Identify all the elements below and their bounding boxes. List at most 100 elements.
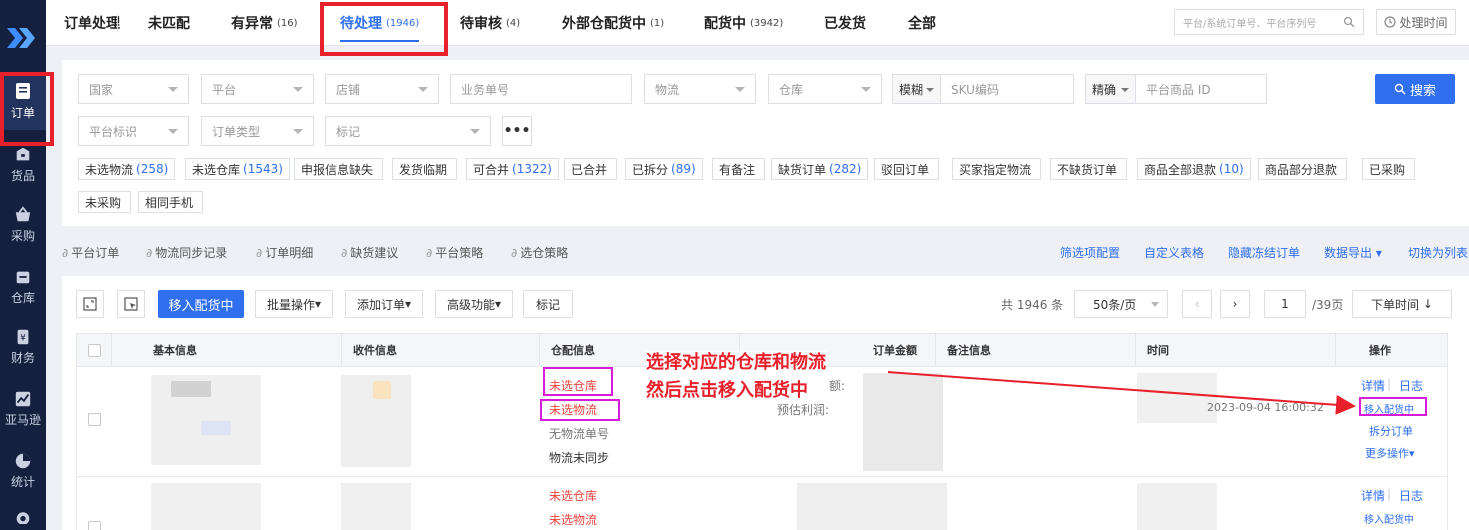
select-all-checkbox[interactable] xyxy=(88,344,101,357)
link-hide-frozen[interactable]: 隐藏冻结订单 xyxy=(1228,244,1300,261)
link-filter-config[interactable]: 筛选项配置 xyxy=(1060,244,1120,261)
move-to-picking-link[interactable]: 移入配货中 xyxy=(1364,401,1414,416)
exact-match-select[interactable]: 精确 xyxy=(1085,74,1135,104)
advanced-button[interactable]: 高级功能 ▾ xyxy=(435,290,513,318)
fuzzy-match-select[interactable]: 模糊 xyxy=(892,74,940,104)
app-logo-icon[interactable] xyxy=(3,18,43,58)
log-link[interactable]: 日志 xyxy=(1399,487,1423,504)
divider xyxy=(935,334,936,366)
order-type-select[interactable]: 订单类型 xyxy=(201,116,314,146)
move-to-picking-button[interactable]: 移入配货中 xyxy=(158,290,244,318)
split-order-link[interactable]: 拆分订单 xyxy=(1369,423,1413,439)
quick-tag[interactable]: 已采购 xyxy=(1362,158,1416,180)
quick-tag[interactable]: 商品部分退款 xyxy=(1258,158,1348,180)
tab-label: 已发货 xyxy=(824,16,866,32)
sidebar-item-goods[interactable]: 货品 xyxy=(0,136,46,194)
quick-tag[interactable]: 商品全部退款 (10) xyxy=(1137,158,1251,180)
link-stockout-advice[interactable]: ∂ 缺货建议 xyxy=(341,244,398,261)
tab-review[interactable]: 待审核 (4) xyxy=(460,0,520,46)
detail-link[interactable]: 详情 xyxy=(1361,377,1385,394)
link-platform-strategy[interactable]: ∂ 平台策略 xyxy=(426,244,483,261)
tab-pending[interactable]: 待处理 (1946) xyxy=(340,0,420,46)
mark-select[interactable]: 标记 xyxy=(325,116,491,146)
country-select[interactable]: 国家 xyxy=(78,74,189,104)
link-custom-table[interactable]: 自定义表格 xyxy=(1144,244,1204,261)
more-filters-button[interactable]: ••• xyxy=(502,116,532,146)
search-placeholder: 平台/系统订单号、平台序列号 xyxy=(1183,18,1317,30)
platform-product-id-input[interactable]: 平台商品 ID xyxy=(1135,74,1267,104)
sidebar-item-purchase[interactable]: 采购 xyxy=(0,196,46,254)
warehouse-select[interactable]: 仓库 xyxy=(768,74,882,104)
link-warehouse-strategy[interactable]: ∂ 选仓策略 xyxy=(511,244,568,261)
prev-page-button[interactable]: ‹ xyxy=(1182,290,1212,318)
logistics-select[interactable]: 物流 xyxy=(644,74,756,104)
more-actions-link[interactable]: 更多操作▾ xyxy=(1365,445,1415,461)
gear-icon xyxy=(16,512,30,524)
platform-tag-select[interactable]: 平台标识 xyxy=(78,116,189,146)
quick-tag[interactable]: 未采购 xyxy=(78,191,132,213)
move-to-picking-link[interactable]: 移入配货中 xyxy=(1364,511,1414,526)
quick-tag[interactable]: 买家指定物流 xyxy=(952,158,1042,180)
quick-tag[interactable]: 未选物流 (258) xyxy=(78,158,176,180)
quick-tag[interactable]: 可合并 (1322) xyxy=(466,158,559,180)
logistics-status[interactable]: 未选物流 xyxy=(549,511,597,528)
mark-button[interactable]: 标记 xyxy=(523,290,573,318)
expand-icon-button[interactable] xyxy=(76,290,104,318)
shop-select[interactable]: 店铺 xyxy=(325,74,439,104)
sidebar-item-warehouse[interactable]: 仓库 xyxy=(0,258,46,316)
next-page-button[interactable]: › xyxy=(1220,290,1250,318)
warehouse-status[interactable]: 未选仓库 xyxy=(549,487,597,504)
row-checkbox[interactable] xyxy=(88,413,101,426)
log-link[interactable]: 日志 xyxy=(1399,377,1423,394)
select-icon-button[interactable] xyxy=(117,290,145,318)
warehouse-status[interactable]: 未选仓库 xyxy=(549,377,597,394)
sync-status: 物流未同步 xyxy=(549,451,610,465)
quick-tag[interactable]: 不缺货订单 xyxy=(1050,158,1128,180)
link-order-details[interactable]: ∂ 订单明细 xyxy=(256,244,313,261)
tab-all[interactable]: 全部 xyxy=(908,0,940,46)
sidebar-item-amazon[interactable]: 亚马逊 xyxy=(0,380,46,438)
quick-tag[interactable]: 缺货订单 (282) xyxy=(771,158,869,180)
logistics-status[interactable]: 未选物流 xyxy=(549,401,597,418)
quick-tag[interactable]: 相同手机 xyxy=(138,191,204,213)
sku-input[interactable]: SKU编码 xyxy=(940,74,1074,104)
quick-tag[interactable]: 未选仓库 (1543) xyxy=(185,158,290,180)
quick-tag[interactable]: 申报信息缺失 xyxy=(294,158,384,180)
tab-shipped[interactable]: 已发货 xyxy=(824,0,870,46)
add-order-button[interactable]: 添加订单 ▾ xyxy=(345,290,423,318)
col-basic-info: 基本信息 xyxy=(153,344,197,357)
quick-tag[interactable]: 已拆分 (89) xyxy=(625,158,703,180)
search-button[interactable]: 搜索 xyxy=(1375,74,1455,104)
quick-tag[interactable]: 有备注 xyxy=(712,158,766,180)
batch-ops-button[interactable]: 批量操作 ▾ xyxy=(255,290,333,318)
quick-tag[interactable]: 已合并 xyxy=(564,158,618,180)
page-number-input[interactable]: 1 xyxy=(1264,290,1306,318)
order-search-input[interactable]: 平台/系统订单号、平台序列号 xyxy=(1174,9,1364,35)
order-type-placeholder: 订单类型 xyxy=(212,124,261,139)
sidebar-item-settings[interactable] xyxy=(0,500,46,530)
link-logistics-sync[interactable]: ∂ 物流同步记录 xyxy=(146,244,227,261)
link-switch-list[interactable]: 切换为列表 xyxy=(1408,244,1468,261)
sort-button[interactable]: 下单时间 ↓ xyxy=(1352,290,1452,318)
svg-text:¥: ¥ xyxy=(20,334,26,344)
business-no-input[interactable]: 业务单号 xyxy=(450,74,632,104)
tab-unmatched[interactable]: 未匹配 xyxy=(148,0,194,46)
quick-tag[interactable]: 发货临期 xyxy=(392,158,458,180)
tab-picking[interactable]: 配货中 (3942) xyxy=(704,0,783,46)
divider xyxy=(1135,334,1136,366)
link-platform-orders[interactable]: ∂ 平台订单 xyxy=(62,244,119,261)
link-data-export[interactable]: 数据导出 ▾ xyxy=(1324,244,1382,261)
tab-external-warehouse[interactable]: 外部仓配货中 (1) xyxy=(562,0,664,46)
sidebar-item-finance[interactable]: ¥ 财务 xyxy=(0,318,46,376)
detail-link[interactable]: 详情 xyxy=(1361,487,1385,504)
platform-select[interactable]: 平台 xyxy=(201,74,314,104)
link-label: 选仓策略 xyxy=(520,246,569,260)
row-checkbox[interactable] xyxy=(88,521,101,530)
time-filter-button[interactable]: 处理时间 xyxy=(1376,9,1456,35)
sidebar-item-orders[interactable]: 订单 xyxy=(0,72,46,130)
page-size-select[interactable]: 50条/页 xyxy=(1074,290,1168,318)
tab-exception[interactable]: 有异常 (16) xyxy=(231,0,298,46)
sidebar-item-stats[interactable]: 统计 xyxy=(0,442,46,500)
link-icon: ∂ xyxy=(62,246,69,260)
quick-tag[interactable]: 驳回订单 xyxy=(874,158,940,180)
